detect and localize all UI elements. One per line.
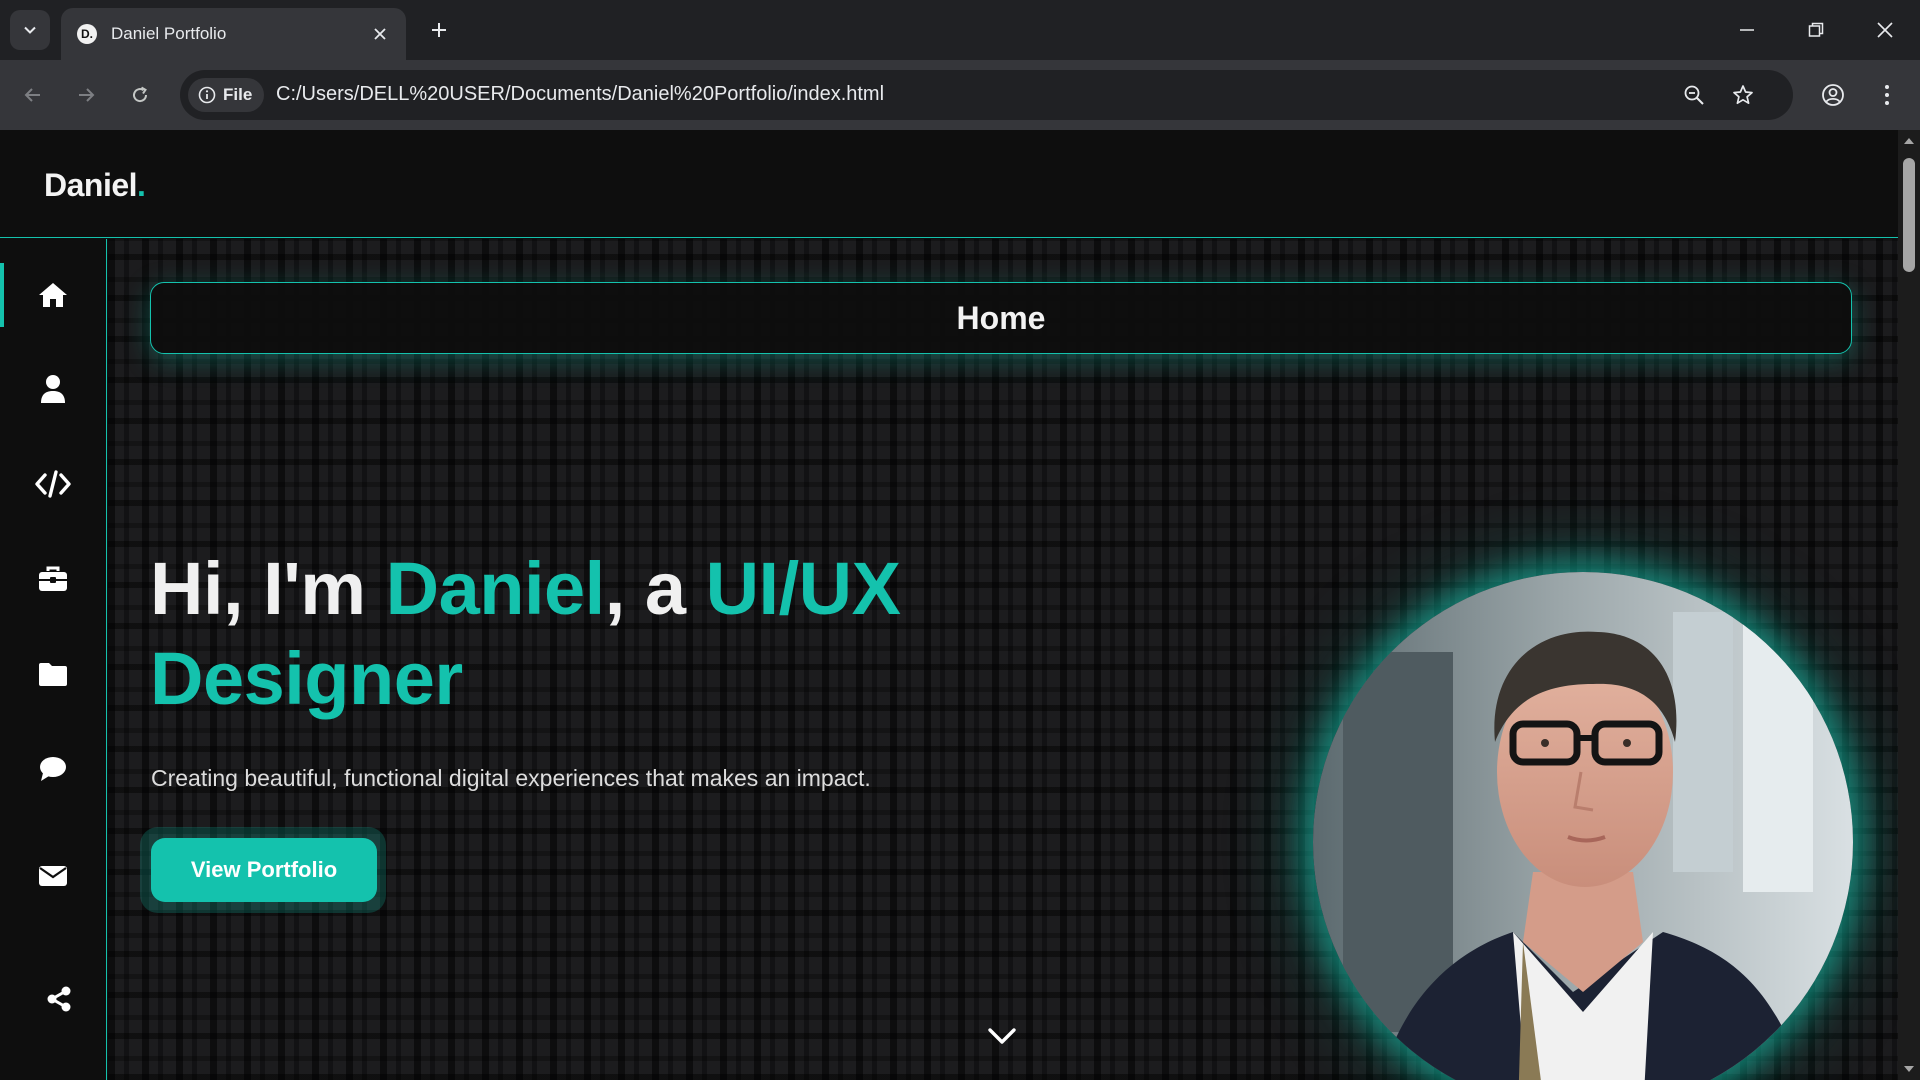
tab-close-button[interactable] bbox=[368, 22, 392, 46]
sidebar-item-skills[interactable] bbox=[0, 452, 105, 516]
zoom-out-icon bbox=[1684, 85, 1704, 105]
site-chip-label: File bbox=[223, 85, 253, 104]
view-portfolio-button[interactable]: View Portfolio bbox=[151, 838, 377, 902]
zoom-button[interactable] bbox=[1678, 79, 1710, 111]
minimize-button[interactable] bbox=[1724, 10, 1770, 50]
sidebar-item-contact[interactable] bbox=[0, 844, 105, 908]
hero-heading: Hi, I'm Daniel, a UI/UX Designer bbox=[150, 544, 1050, 724]
tab-search-button[interactable] bbox=[10, 10, 50, 50]
tab-title: Daniel Portfolio bbox=[111, 24, 227, 43]
forward-button[interactable] bbox=[67, 76, 105, 114]
scrollbar-thumb[interactable] bbox=[1903, 158, 1915, 272]
chat-icon bbox=[39, 757, 66, 781]
favicon: D. bbox=[77, 24, 97, 44]
sidebar-item-share[interactable] bbox=[6, 967, 111, 1031]
logo-dot: . bbox=[137, 167, 146, 203]
browser-menu-button[interactable] bbox=[1868, 76, 1906, 114]
sidebar-nav bbox=[0, 239, 107, 1080]
browser-tab-bar: D. Daniel Portfolio bbox=[0, 0, 1920, 60]
scroll-up-arrow[interactable] bbox=[1902, 134, 1916, 148]
new-tab-button[interactable] bbox=[421, 12, 457, 48]
site-logo[interactable]: Daniel. bbox=[44, 167, 146, 204]
url-text[interactable]: C:/Users/DELL%20USER/Documents/Daniel%20… bbox=[276, 83, 884, 106]
address-bar[interactable]: File C:/Users/DELL%20USER/Documents/Dani… bbox=[180, 70, 1793, 120]
minimize-icon bbox=[1740, 29, 1754, 31]
hero-greeting: Hi, I'm bbox=[150, 547, 386, 630]
share-icon bbox=[47, 986, 70, 1012]
bookmark-button[interactable] bbox=[1727, 79, 1759, 111]
code-icon bbox=[34, 470, 71, 498]
restore-icon bbox=[1808, 22, 1824, 37]
section-title-bar: Home bbox=[150, 282, 1852, 354]
browser-tab[interactable]: D. Daniel Portfolio bbox=[61, 8, 406, 60]
arrow-left-icon bbox=[24, 88, 40, 102]
star-icon bbox=[1733, 85, 1753, 105]
site-info-chip[interactable]: File bbox=[188, 78, 265, 112]
info-icon bbox=[198, 86, 216, 104]
home-icon bbox=[38, 283, 67, 307]
hero-connector: , a bbox=[604, 547, 706, 630]
sidebar-item-testimonials[interactable] bbox=[0, 737, 105, 801]
plus-icon bbox=[432, 23, 446, 37]
logo-name: Daniel bbox=[44, 167, 138, 203]
folder-icon bbox=[38, 663, 67, 686]
briefcase-icon bbox=[38, 566, 67, 591]
reload-icon bbox=[133, 86, 148, 103]
browser-toolbar: File C:/Users/DELL%20USER/Documents/Dani… bbox=[0, 60, 1920, 130]
chevron-down-icon bbox=[24, 26, 36, 34]
user-icon bbox=[40, 375, 65, 403]
sidebar-item-about[interactable] bbox=[0, 357, 105, 421]
page-scrollbar[interactable] bbox=[1898, 130, 1920, 1080]
close-icon bbox=[1877, 22, 1893, 38]
close-icon bbox=[374, 28, 386, 40]
hero-subtitle: Creating beautiful, functional digital e… bbox=[151, 765, 871, 791]
web-page: Daniel. Home Hi, I'm Daniel, a UI/UX Des… bbox=[0, 130, 1898, 1080]
scroll-down-arrow[interactable] bbox=[1902, 1062, 1916, 1076]
more-vertical-icon bbox=[1885, 85, 1889, 105]
triangle-up-icon bbox=[1904, 138, 1914, 144]
sidebar-item-projects[interactable] bbox=[0, 642, 105, 706]
back-button[interactable] bbox=[14, 76, 52, 114]
window-close-button[interactable] bbox=[1862, 10, 1908, 50]
sidebar-item-home[interactable] bbox=[0, 263, 105, 327]
restore-button[interactable] bbox=[1793, 10, 1839, 50]
profile-button[interactable] bbox=[1814, 76, 1852, 114]
chevron-down-icon bbox=[988, 1028, 1016, 1044]
sidebar-item-experience[interactable] bbox=[0, 547, 105, 611]
home-section: Home Hi, I'm Daniel, a UI/UX Designer Cr… bbox=[108, 239, 1898, 1080]
arrow-right-icon bbox=[79, 88, 95, 102]
site-header: Daniel. bbox=[0, 130, 1898, 238]
section-title: Home bbox=[956, 299, 1046, 336]
triangle-down-icon bbox=[1904, 1066, 1914, 1072]
reload-button[interactable] bbox=[121, 76, 159, 114]
profile-photo bbox=[1313, 572, 1853, 1080]
mail-icon bbox=[38, 866, 67, 886]
scroll-down-button[interactable] bbox=[984, 1021, 1020, 1051]
hero-name: Daniel bbox=[385, 547, 606, 630]
account-icon bbox=[1822, 84, 1844, 106]
